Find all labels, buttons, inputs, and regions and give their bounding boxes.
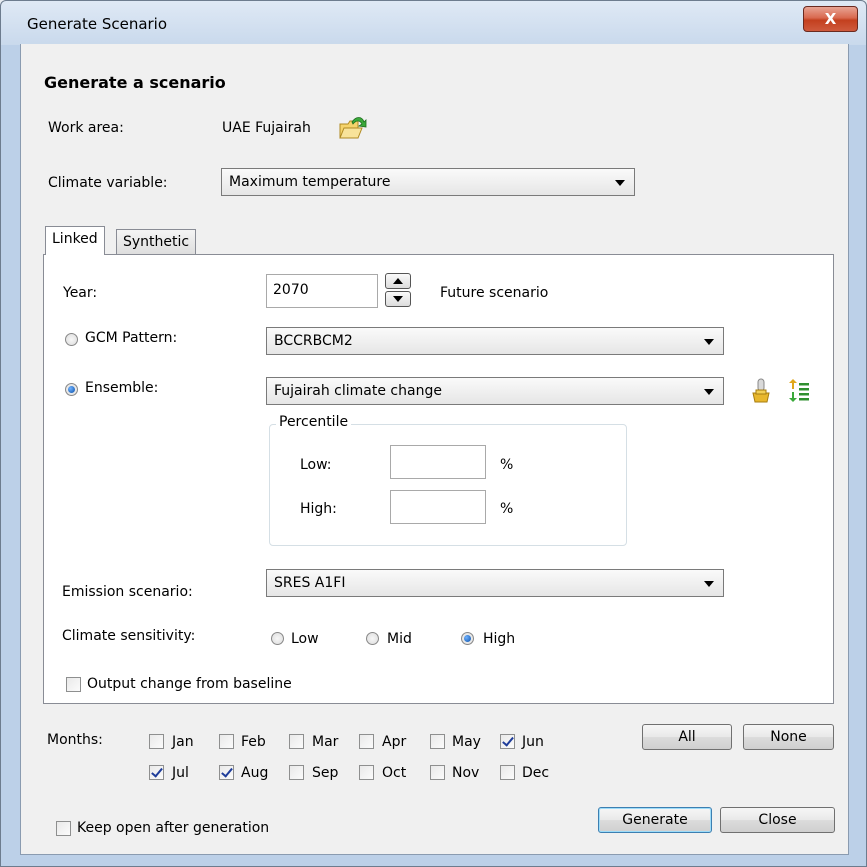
gcm-pattern-dropdown[interactable]: BCCRBCM2 bbox=[266, 327, 724, 355]
chevron-down-icon bbox=[704, 581, 714, 587]
month-apr-label: Apr bbox=[382, 734, 407, 750]
output-change-label: Output change from baseline bbox=[87, 676, 292, 692]
month-sep-checkbox[interactable] bbox=[289, 765, 304, 780]
month-jan-label: Jan bbox=[172, 734, 194, 750]
gcm-pattern-value: BCCRBCM2 bbox=[274, 333, 353, 349]
month-may-checkbox[interactable] bbox=[430, 734, 445, 749]
chevron-down-icon bbox=[615, 180, 625, 186]
month-dec-label: Dec bbox=[522, 765, 550, 781]
chevron-down-icon bbox=[704, 389, 714, 395]
percentile-title: Percentile bbox=[276, 414, 352, 430]
arrow-down-icon bbox=[393, 296, 403, 302]
emission-scenario-dropdown[interactable]: SRES A1FI bbox=[266, 569, 724, 597]
percentile-low-input[interactable] bbox=[390, 445, 486, 479]
percentile-group bbox=[269, 424, 627, 546]
month-mar-label: Mar bbox=[312, 734, 339, 750]
sensitivity-mid-radio[interactable] bbox=[366, 632, 379, 645]
month-may-label: May bbox=[452, 734, 481, 750]
month-feb-label: Feb bbox=[241, 734, 266, 750]
work-area-value: UAE Fujairah bbox=[222, 120, 311, 136]
open-folder-icon[interactable] bbox=[338, 114, 368, 142]
chevron-down-icon bbox=[704, 339, 714, 345]
work-area-label: Work area: bbox=[48, 120, 124, 136]
month-oct-label: Oct bbox=[382, 765, 407, 781]
month-nov-label: Nov bbox=[452, 765, 480, 781]
month-jan-checkbox[interactable] bbox=[149, 734, 164, 749]
emission-scenario-label: Emission scenario: bbox=[62, 584, 193, 600]
arrow-up-icon bbox=[393, 278, 403, 284]
month-dec-checkbox[interactable] bbox=[500, 765, 515, 780]
climate-sensitivity-label: Climate sensitivity: bbox=[62, 628, 196, 644]
month-jun-checkbox[interactable] bbox=[500, 734, 515, 749]
sort-list-icon[interactable] bbox=[786, 379, 810, 403]
month-apr-checkbox[interactable] bbox=[359, 734, 374, 749]
year-up-button[interactable] bbox=[385, 273, 411, 289]
month-nov-checkbox[interactable] bbox=[430, 765, 445, 780]
ensemble-dropdown[interactable]: Fujairah climate change bbox=[266, 377, 724, 405]
ensemble-edit-icon[interactable] bbox=[750, 377, 772, 405]
percentile-low-unit: % bbox=[500, 457, 514, 473]
month-mar-checkbox[interactable] bbox=[289, 734, 304, 749]
dialog-client: Generate a scenario Work area: UAE Fujai… bbox=[0, 0, 867, 867]
year-note: Future scenario bbox=[440, 285, 549, 301]
month-jul-checkbox[interactable] bbox=[149, 765, 164, 780]
climate-variable-dropdown[interactable]: Maximum temperature bbox=[221, 168, 635, 196]
percentile-high-label: High: bbox=[300, 501, 337, 517]
year-input[interactable]: 2070 bbox=[266, 274, 378, 308]
ensemble-radio[interactable] bbox=[65, 383, 78, 396]
year-value: 2070 bbox=[273, 282, 309, 298]
year-down-button[interactable] bbox=[385, 291, 411, 307]
percentile-high-input[interactable] bbox=[390, 490, 486, 524]
output-change-checkbox[interactable] bbox=[66, 677, 81, 692]
generate-button[interactable]: Generate bbox=[598, 807, 712, 833]
percentile-low-label: Low: bbox=[300, 457, 332, 473]
sensitivity-mid-label: Mid bbox=[387, 631, 412, 647]
sensitivity-high-label: High bbox=[483, 631, 516, 647]
month-aug-label: Aug bbox=[241, 765, 269, 781]
sensitivity-low-radio[interactable] bbox=[271, 632, 284, 645]
close-button[interactable]: Close bbox=[720, 807, 835, 833]
year-spinner[interactable] bbox=[385, 273, 413, 309]
select-no-months-button[interactable]: None bbox=[743, 724, 834, 750]
tab-linked[interactable]: Linked bbox=[45, 226, 105, 255]
dialog-heading: Generate a scenario bbox=[44, 73, 226, 92]
gcm-pattern-label: GCM Pattern: bbox=[85, 330, 178, 346]
ensemble-value: Fujairah climate change bbox=[274, 383, 442, 399]
tab-synthetic[interactable]: Synthetic bbox=[116, 229, 197, 256]
emission-scenario-value: SRES A1FI bbox=[274, 575, 346, 591]
month-jun-label: Jun bbox=[522, 734, 544, 750]
year-label: Year: bbox=[63, 285, 98, 301]
select-all-months-button[interactable]: All bbox=[642, 724, 732, 750]
month-feb-checkbox[interactable] bbox=[219, 734, 234, 749]
climate-variable-value: Maximum temperature bbox=[229, 174, 391, 190]
month-oct-checkbox[interactable] bbox=[359, 765, 374, 780]
percentile-high-unit: % bbox=[500, 501, 514, 517]
month-jul-label: Jul bbox=[172, 765, 189, 781]
sensitivity-low-label: Low bbox=[291, 631, 319, 647]
month-aug-checkbox[interactable] bbox=[219, 765, 234, 780]
keep-open-checkbox[interactable] bbox=[56, 821, 71, 836]
months-label: Months: bbox=[47, 732, 103, 748]
ensemble-label: Ensemble: bbox=[85, 380, 159, 396]
climate-variable-label: Climate variable: bbox=[48, 175, 168, 191]
sensitivity-high-radio[interactable] bbox=[461, 632, 474, 645]
month-sep-label: Sep bbox=[312, 765, 339, 781]
keep-open-label: Keep open after generation bbox=[77, 820, 270, 836]
gcm-pattern-radio[interactable] bbox=[65, 333, 78, 346]
